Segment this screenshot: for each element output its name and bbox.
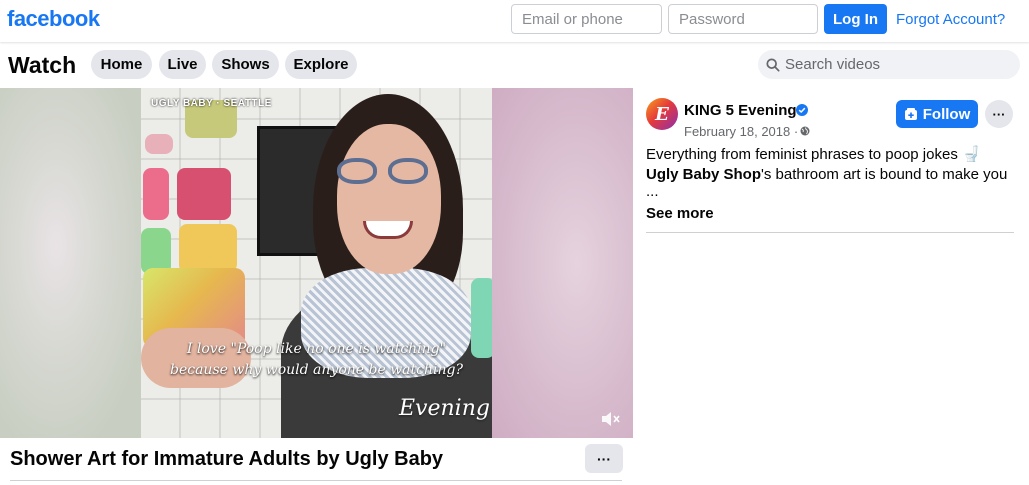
video-caption-line2: because why would anyone be watching? bbox=[170, 362, 463, 378]
glasses-right bbox=[388, 158, 428, 184]
page-title: Watch bbox=[8, 52, 77, 78]
post-more-button[interactable]: ··· bbox=[985, 100, 1013, 128]
post-date[interactable]: February 18, 2018 · bbox=[684, 124, 798, 139]
page-name-link[interactable]: KING 5 Evening bbox=[684, 102, 797, 119]
divider bbox=[10, 480, 622, 481]
video-blur-right bbox=[492, 88, 633, 438]
follow-label: Follow bbox=[922, 105, 971, 123]
tab-home[interactable]: Home bbox=[91, 50, 152, 79]
tab-live[interactable]: Live bbox=[159, 50, 206, 79]
video-more-button[interactable]: ··· bbox=[585, 444, 623, 473]
soap-dish bbox=[145, 134, 173, 154]
follow-button[interactable]: Follow bbox=[896, 100, 978, 128]
verified-badge-icon bbox=[796, 104, 808, 116]
page-avatar[interactable]: E bbox=[646, 98, 678, 130]
facebook-logo[interactable]: facebook bbox=[7, 6, 100, 32]
video-overlay-tag: UGLY BABY · SEATTLE bbox=[151, 98, 272, 109]
glasses-left bbox=[337, 158, 377, 184]
soap-dish bbox=[143, 168, 169, 220]
person-face bbox=[337, 124, 441, 274]
video-player[interactable]: UGLY BABY · SEATTLE I love "Poop like no… bbox=[0, 88, 633, 438]
email-field[interactable] bbox=[511, 4, 662, 34]
video-title[interactable]: Shower Art for Immature Adults by Ugly B… bbox=[10, 448, 443, 471]
description-line1: Everything from feminist phrases to poop… bbox=[646, 146, 981, 163]
video-blur-left bbox=[0, 88, 141, 438]
login-button[interactable]: Log In bbox=[824, 4, 887, 34]
follow-page-icon bbox=[904, 108, 917, 120]
shop-link[interactable]: Ugly Baby Shop bbox=[646, 166, 761, 183]
see-more-link[interactable]: See more bbox=[646, 205, 714, 222]
description-ellipsis: ... bbox=[646, 183, 659, 200]
divider bbox=[646, 232, 1014, 233]
post-description: Everything from feminist phrases to poop… bbox=[646, 145, 1016, 199]
mute-icon[interactable] bbox=[600, 410, 620, 428]
video-caption-line1: I love "Poop like no one is watching" bbox=[186, 341, 447, 357]
search-videos-box[interactable] bbox=[758, 50, 1020, 79]
soap-dish bbox=[177, 168, 231, 220]
evening-watermark: Evening bbox=[399, 396, 490, 421]
tab-explore[interactable]: Explore bbox=[285, 50, 357, 79]
globe-icon bbox=[800, 126, 810, 136]
search-input[interactable] bbox=[785, 56, 1005, 73]
tab-shows[interactable]: Shows bbox=[212, 50, 279, 79]
video-frame[interactable]: UGLY BABY · SEATTLE I love "Poop like no… bbox=[141, 88, 492, 438]
password-field[interactable] bbox=[668, 4, 818, 34]
top-bar: facebook Log In Forgot Account? bbox=[0, 0, 1029, 42]
forgot-account-link[interactable]: Forgot Account? bbox=[896, 11, 1005, 28]
person-hand bbox=[141, 328, 251, 388]
search-icon bbox=[766, 57, 780, 72]
description-line2: Ugly Baby Shop's bathroom art is bound t… bbox=[646, 166, 1008, 183]
soap-dish bbox=[179, 224, 237, 272]
